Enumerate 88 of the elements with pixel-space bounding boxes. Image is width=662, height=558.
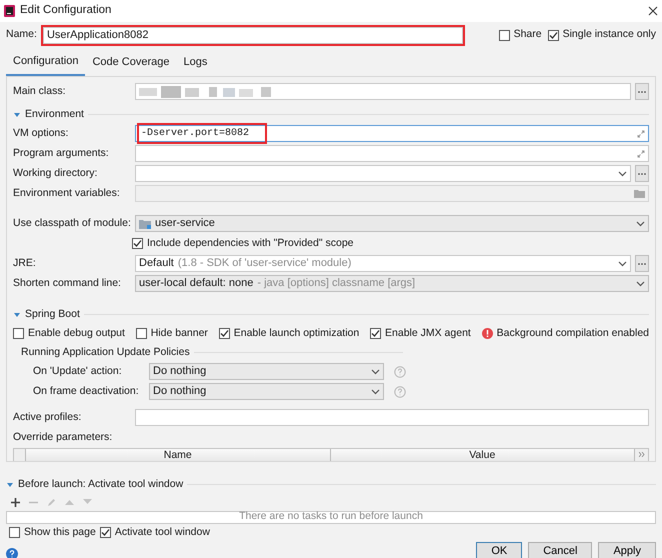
dropdown-caret-icon[interactable]	[636, 280, 645, 286]
checkbox[interactable]	[548, 30, 559, 40]
checkbox-label: Enable JMX agent	[385, 326, 471, 341]
browse-button[interactable]	[635, 255, 649, 272]
field-label: Program arguments:	[13, 146, 110, 161]
field-label: Override parameters:	[13, 430, 112, 445]
checkbox[interactable]	[218, 328, 230, 339]
more-button[interactable]	[635, 448, 648, 460]
dropdown-value: user-service	[155, 216, 215, 232]
tab[interactable]: Code Coverage	[85, 50, 176, 76]
browse-button[interactable]	[635, 165, 649, 182]
checkbox-label: Show this page	[24, 524, 96, 540]
dialog-button[interactable]: OK	[476, 542, 522, 558]
expand-icon[interactable]	[637, 150, 645, 158]
column-header[interactable]: Value	[330, 448, 635, 460]
policy-dropdown[interactable]: Do nothing	[149, 363, 384, 380]
main-class-field[interactable]	[135, 83, 631, 100]
folder-icon[interactable]	[634, 189, 645, 198]
tab[interactable]: Logs	[176, 50, 214, 76]
window-title: Edit Configuration	[20, 3, 112, 18]
dropdown-value: Default	[139, 256, 174, 272]
dialog-button[interactable]: Cancel	[528, 542, 592, 558]
dropdown-value: Do nothing	[153, 364, 206, 380]
warning-text: Background compilation enabled	[496, 326, 649, 341]
dropdown-caret-icon[interactable]	[636, 220, 645, 226]
name-label: Name:	[6, 27, 37, 42]
empty-list-text: There are no tasks to run before launch	[239, 509, 423, 524]
add-icon[interactable]	[11, 498, 20, 506]
name-field[interactable]: UserApplication8082	[42, 26, 463, 44]
chevrons-icon	[638, 452, 644, 457]
checkbox-label: Single instance only	[562, 27, 656, 42]
checkbox-label: Share	[514, 27, 542, 42]
active-profiles-field[interactable]	[135, 409, 649, 426]
checkbox[interactable]	[9, 527, 20, 538]
text-field[interactable]	[135, 185, 649, 202]
field-label: Shorten command line:	[13, 276, 122, 291]
expand-arrow-icon[interactable]	[6, 480, 14, 488]
app-icon	[4, 5, 15, 17]
text-field[interactable]	[135, 145, 649, 162]
field-label: Active profiles:	[13, 410, 82, 425]
field-label: Working directory:	[13, 166, 98, 181]
close-icon[interactable]	[648, 6, 658, 16]
checkbox[interactable]	[100, 527, 111, 538]
field-label: On 'Update' action:	[33, 364, 123, 379]
checkbox[interactable]	[370, 328, 382, 339]
dropdown-value: user-local default: none	[139, 276, 254, 292]
dropdown-caret-icon[interactable]	[371, 388, 380, 394]
field-label: Main class:	[13, 84, 67, 99]
expand-arrow-icon[interactable]	[13, 310, 21, 318]
text-field[interactable]: -Dserver.port=8082	[135, 125, 649, 142]
section-title: Before launch: Activate tool window	[18, 476, 184, 492]
dialog-button[interactable]: Apply	[598, 542, 656, 558]
shorten-dropdown[interactable]: user-local default: none - java [options] classname [args]	[135, 275, 649, 292]
field-label: JRE:	[13, 256, 37, 271]
section-title: Running Application Update Policies	[21, 344, 190, 360]
browse-button[interactable]	[635, 83, 649, 100]
module-dropdown[interactable]: user-service	[135, 215, 649, 232]
dropdown-caret-icon[interactable]	[371, 368, 380, 374]
expand-icon[interactable]	[637, 130, 645, 138]
dropdown-caret-icon[interactable]	[618, 260, 627, 266]
field-label: Use classpath of module:	[13, 216, 131, 231]
field-label: Environment variables:	[13, 186, 121, 201]
section-title: Environment	[25, 106, 84, 122]
checkbox-label: Hide banner	[150, 326, 208, 341]
text-field[interactable]	[135, 165, 631, 182]
dropdown-hint: (1.8 - SDK of 'user-service' module)	[178, 256, 352, 272]
error-icon	[482, 328, 493, 339]
checkbox-label: Include dependencies with "Provided" scope	[147, 236, 354, 251]
module-folder-icon	[139, 218, 151, 228]
checkbox-label: Enable debug output	[28, 326, 125, 341]
column-header[interactable]: Name	[26, 448, 330, 460]
checkbox[interactable]	[132, 238, 143, 249]
dropdown-hint: - java [options] classname [args]	[257, 276, 416, 292]
help-icon[interactable]	[6, 548, 18, 558]
field-label: On frame deactivation:	[33, 384, 140, 399]
policy-dropdown[interactable]: Do nothing	[149, 383, 384, 400]
jre-dropdown[interactable]: Default (1.8 - SDK of 'user-service' module)	[135, 255, 631, 272]
checkbox[interactable]	[498, 30, 510, 40]
dropdown-caret-icon[interactable]	[618, 170, 627, 176]
checkbox-label: Enable launch optimization	[234, 326, 360, 341]
checkbox-label: Activate tool window	[114, 524, 210, 540]
expand-arrow-icon[interactable]	[13, 110, 21, 118]
checkbox[interactable]	[13, 328, 24, 339]
section-title: Spring Boot	[25, 306, 80, 322]
field-label: VM options:	[13, 126, 70, 141]
checkbox[interactable]	[136, 328, 147, 339]
dropdown-value: Do nothing	[153, 384, 206, 400]
field-value: -Dserver.port=8082	[139, 125, 266, 142]
